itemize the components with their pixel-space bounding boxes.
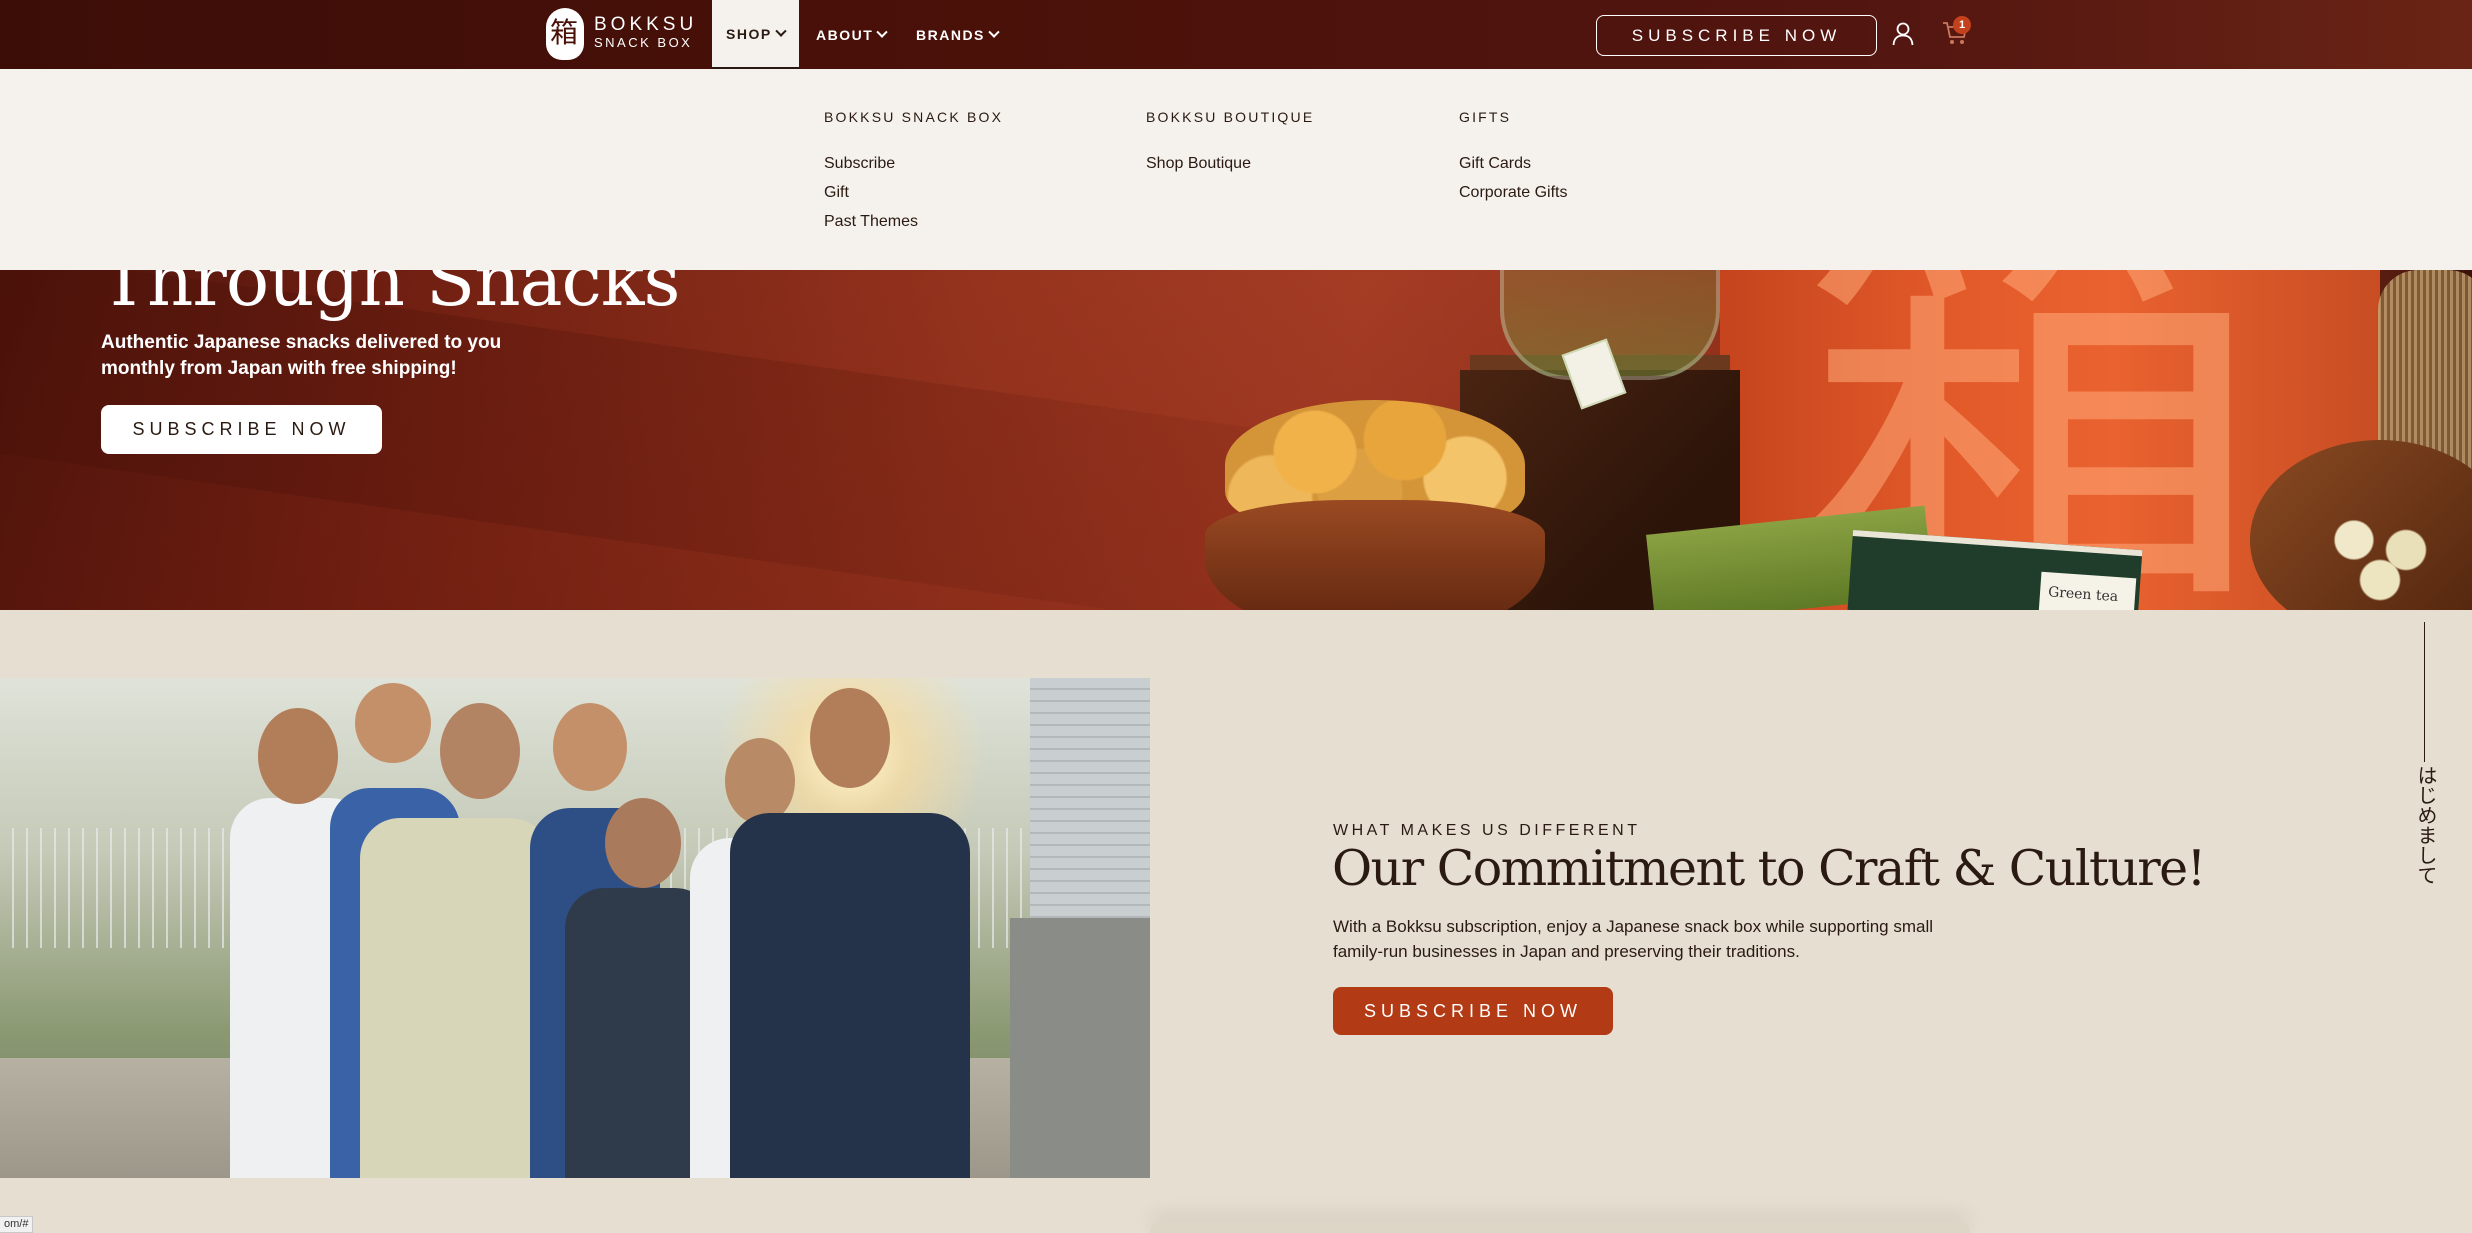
next-section-card (1150, 1222, 1970, 1233)
logo-icon[interactable]: 箱 (546, 8, 584, 60)
person-head (605, 798, 681, 888)
hero-subscribe-button[interactable]: SUBSCRIBE NOW (101, 405, 382, 454)
vertical-japanese-text: はじめまして (2414, 765, 2438, 885)
menu-link-past-themes[interactable]: Past Themes (824, 207, 1003, 236)
photo-wall (1010, 918, 1150, 1178)
section-title: Our Commitment to Craft & Culture! (1332, 840, 2206, 897)
person-head (258, 708, 338, 804)
hero-subtitle: Authentic Japanese snacks delivered to y… (101, 332, 502, 379)
site-header: 箱 BOKKSU SNACK BOX SHOP ABOUT BRANDS SUB… (0, 0, 2472, 69)
menu-heading: BOKKSU BOUTIQUE (1146, 109, 1315, 125)
menu-link-corporate-gifts[interactable]: Corporate Gifts (1459, 178, 1567, 207)
nav-shop-label: SHOP (726, 25, 772, 42)
wooden-bowl-image (1205, 500, 1545, 610)
person (360, 818, 550, 1178)
chevron-down-icon (988, 26, 1000, 38)
menu-link-subscribe[interactable]: Subscribe (824, 149, 1003, 178)
menu-column-snack-box: BOKKSU SNACK BOX Subscribe Gift Past The… (824, 109, 1003, 236)
menu-link-gift-cards[interactable]: Gift Cards (1459, 149, 1567, 178)
logo-glyph: 箱 (550, 16, 579, 49)
header-subscribe-button[interactable]: SUBSCRIBE NOW (1596, 15, 1877, 56)
section-eyebrow: WHAT MAKES US DIFFERENT (1333, 822, 1641, 839)
menu-column-gifts: GIFTS Gift Cards Corporate Gifts (1459, 109, 1567, 207)
person-head (355, 683, 431, 763)
menu-heading: BOKKSU SNACK BOX (824, 109, 1004, 125)
cart-count-badge: 1 (1953, 16, 1971, 34)
menu-column-boutique: BOKKSU BOUTIQUE Shop Boutique (1146, 109, 1314, 178)
nav-brands[interactable]: BRANDS (916, 0, 1000, 69)
person (730, 813, 970, 1178)
logo-line2: SNACK BOX (594, 35, 693, 50)
shop-mega-menu: BOKKSU SNACK BOX Subscribe Gift Past The… (0, 69, 2472, 270)
chevron-down-icon (775, 25, 787, 37)
user-icon[interactable] (1892, 22, 1914, 46)
nav-brands-label: BRANDS (916, 26, 985, 43)
person-head (553, 703, 627, 791)
tea-package-label: Green tea (2038, 571, 2137, 610)
vertical-divider (2424, 622, 2425, 762)
chevron-down-icon (876, 26, 888, 38)
nav-about[interactable]: ABOUT (816, 0, 888, 69)
person-head (810, 688, 890, 788)
family-business-photo (0, 678, 1150, 1178)
section-subscribe-button[interactable]: SUBSCRIBE NOW (1333, 987, 1613, 1035)
nav-shop[interactable]: SHOP (712, 0, 799, 69)
logo-line1: BOKKSU (594, 14, 698, 35)
menu-heading: GIFTS (1459, 109, 1512, 125)
menu-link-gift[interactable]: Gift (824, 178, 1003, 207)
nav-about-label: ABOUT (816, 26, 874, 43)
status-bar-url: om/# (0, 1216, 34, 1233)
section-body: With a Bokksu subscription, enjoy a Japa… (1333, 917, 1934, 961)
person-head (725, 738, 795, 824)
menu-link-shop-boutique[interactable]: Shop Boutique (1146, 149, 1314, 178)
person-head (440, 703, 520, 799)
logo[interactable]: BOKKSU SNACK BOX (594, 15, 697, 51)
